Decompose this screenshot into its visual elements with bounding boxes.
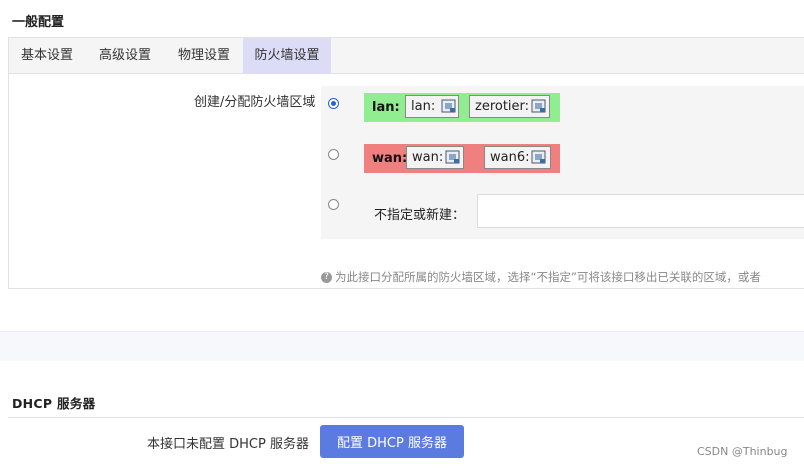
interface-chip-lan: lan: <box>405 95 459 118</box>
firewall-zone-selector: lan: lan: zerotier: wan: wan: wan6: 不指定或… <box>321 86 804 239</box>
zone-lan: lan: lan: zerotier: <box>364 93 560 122</box>
new-zone-input[interactable] <box>477 194 804 228</box>
interface-chip-wan: wan: <box>406 146 464 169</box>
question-icon: ? <box>321 272 332 283</box>
dhcp-section-title: DHCP 服务器 <box>12 396 96 411</box>
general-section-title: 一般配置 <box>12 15 65 30</box>
ethernet-port-icon <box>531 99 546 113</box>
ethernet-port-icon <box>445 150 460 164</box>
interface-chip-label: wan: <box>412 150 444 165</box>
zone-new: 不指定或新建： <box>364 194 804 239</box>
zone-wan: wan: wan: wan6: <box>364 144 560 173</box>
interface-settings-panel: 基本设置 高级设置 物理设置 防火墙设置 创建/分配防火墙区域 lan: lan… <box>8 37 804 289</box>
zone-radio-new[interactable] <box>328 199 339 210</box>
dhcp-status-label: 本接口未配置 DHCP 服务器 <box>147 437 309 452</box>
interface-chip-label: lan: <box>411 99 436 114</box>
new-zone-label: 不指定或新建： <box>374 208 466 223</box>
interface-chip-label: wan6: <box>490 150 530 165</box>
section-separator <box>0 331 804 361</box>
tab-firewall[interactable]: 防火墙设置 <box>243 38 331 74</box>
zone-name-wan: wan: <box>372 151 408 166</box>
tab-physical[interactable]: 物理设置 <box>165 38 243 74</box>
firewall-zone-field-label: 创建/分配防火墙区域 <box>194 95 316 110</box>
configure-dhcp-button[interactable]: 配置 DHCP 服务器 <box>320 425 464 458</box>
firewall-zone-help: ? 为此接口分配所属的防火墙区域，选择“不指定”可将该接口移出已关联的区域，或者 <box>321 269 761 285</box>
zone-name-lan: lan: <box>372 100 400 115</box>
divider <box>8 417 804 418</box>
watermark: CSDN @Thinbug <box>697 445 788 458</box>
zone-radio-wan[interactable] <box>328 149 339 160</box>
interface-chip-label: zerotier: <box>475 99 530 114</box>
tab-advanced[interactable]: 高级设置 <box>86 38 164 74</box>
ethernet-port-icon <box>531 150 546 164</box>
settings-tabs: 基本设置 高级设置 物理设置 防火墙设置 <box>9 38 804 74</box>
tab-basic[interactable]: 基本设置 <box>9 38 85 74</box>
zone-radio-lan[interactable] <box>328 98 339 109</box>
interface-chip-wan6: wan6: <box>484 146 551 169</box>
interface-chip-zerotier: zerotier: <box>469 95 550 118</box>
ethernet-port-icon <box>441 99 456 113</box>
help-text: 为此接口分配所属的防火墙区域，选择“不指定”可将该接口移出已关联的区域，或者 <box>335 270 761 284</box>
